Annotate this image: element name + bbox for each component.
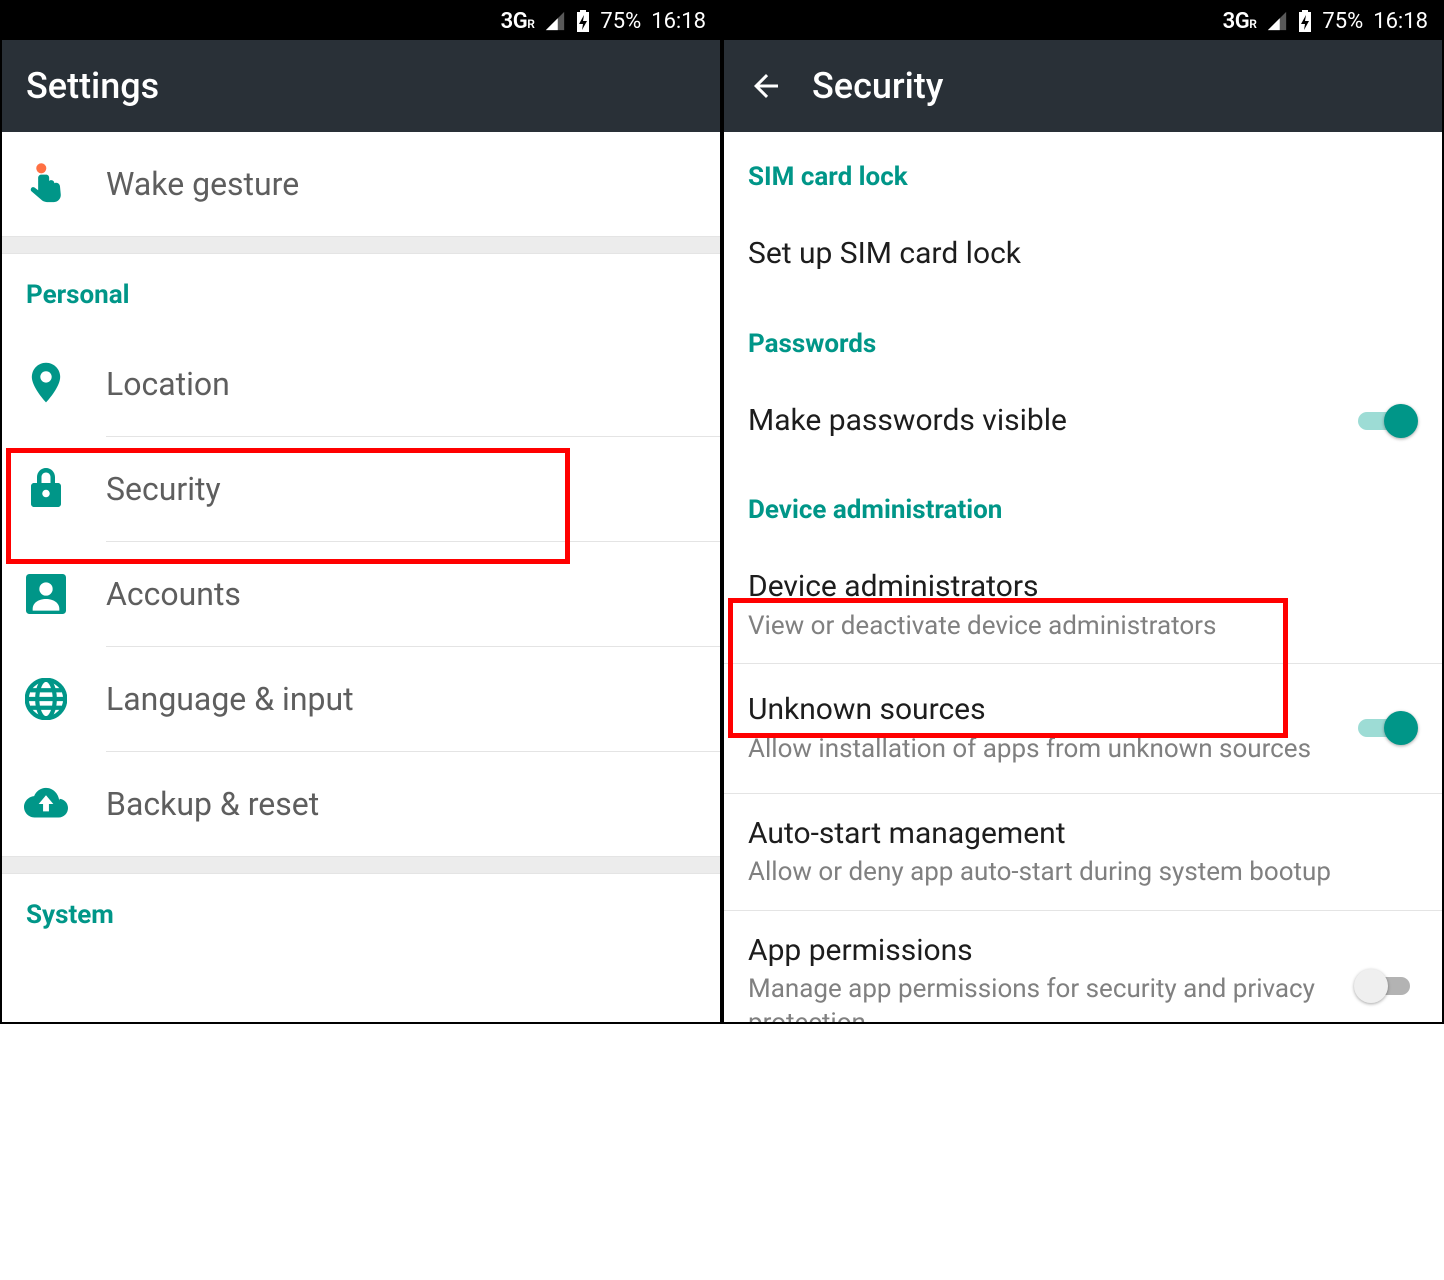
item-label: Accounts: [106, 575, 241, 613]
item-label: Location: [106, 365, 230, 403]
signal-icon: [1266, 10, 1288, 32]
item-label: Language & input: [106, 680, 354, 718]
section-header-system: System: [2, 874, 720, 952]
battery-charging-icon: [576, 10, 590, 32]
section-divider: [2, 856, 720, 874]
security-item-autostart[interactable]: Auto-start management Allow or deny app …: [724, 794, 1442, 910]
person-icon: [24, 572, 68, 616]
section-header-sim: SIM card lock: [724, 132, 1442, 214]
toggle-app-permissions[interactable]: [1354, 966, 1418, 1006]
clock: 16:18: [1373, 9, 1428, 34]
item-title: Unknown sources: [748, 690, 1338, 731]
signal-icon: [544, 10, 566, 32]
security-item-unknown-sources[interactable]: Unknown sources Allow installation of ap…: [724, 664, 1442, 792]
settings-body: Wake gesture Personal Location Security: [2, 132, 720, 1022]
item-subtitle: Allow installation of apps from unknown …: [748, 733, 1338, 767]
network-indicator: 3GR: [1223, 9, 1257, 34]
status-bar: 3GR 75% 16:18: [724, 2, 1442, 40]
toggle-passwords-visible[interactable]: [1354, 401, 1418, 441]
item-subtitle: Allow or deny app auto-start during syst…: [748, 856, 1418, 890]
lock-icon: [24, 467, 68, 511]
clock: 16:18: [651, 9, 706, 34]
battery-percent: 75%: [1322, 9, 1363, 34]
security-screen: 3GR 75% 16:18 Security SIM card lock Set…: [722, 2, 1442, 1022]
item-label: Wake gesture: [106, 165, 299, 203]
app-bar: Settings: [2, 40, 720, 132]
item-title: Make passwords visible: [748, 401, 1338, 442]
settings-item-location[interactable]: Location: [2, 332, 720, 436]
security-item-passwords-visible[interactable]: Make passwords visible: [724, 381, 1442, 462]
item-label: Backup & reset: [106, 785, 319, 823]
settings-item-backup[interactable]: Backup & reset: [2, 752, 720, 856]
settings-item-wake-gesture[interactable]: Wake gesture: [2, 132, 720, 236]
network-indicator: 3GR: [501, 9, 535, 34]
battery-percent: 75%: [600, 9, 641, 34]
item-subtitle: View or deactivate device administrators: [748, 610, 1418, 644]
security-item-sim-setup[interactable]: Set up SIM card lock: [724, 214, 1442, 295]
settings-screen: 3GR 75% 16:18 Settings Wake gesture Pers…: [2, 2, 722, 1022]
location-pin-icon: [24, 362, 68, 406]
back-button[interactable]: [748, 68, 784, 104]
item-title: App permissions: [748, 931, 1338, 972]
section-header-personal: Personal: [2, 254, 720, 332]
section-header-device-admin: Device administration: [724, 461, 1442, 547]
settings-item-accounts[interactable]: Accounts: [2, 542, 720, 646]
item-title: Set up SIM card lock: [748, 234, 1418, 275]
toggle-unknown-sources[interactable]: [1354, 708, 1418, 748]
settings-item-language[interactable]: Language & input: [2, 647, 720, 751]
cloud-upload-icon: [24, 782, 68, 826]
item-title: Device administrators: [748, 567, 1418, 608]
settings-item-security[interactable]: Security: [2, 437, 720, 541]
item-title: Auto-start management: [748, 814, 1418, 855]
item-subtitle: Manage app permissions for security and …: [748, 973, 1338, 1022]
page-title: Security: [812, 65, 943, 107]
security-body: SIM card lock Set up SIM card lock Passw…: [724, 132, 1442, 1022]
security-item-device-admins[interactable]: Device administrators View or deactivate…: [724, 547, 1442, 663]
status-bar: 3GR 75% 16:18: [2, 2, 720, 40]
section-divider: [2, 236, 720, 254]
security-item-app-permissions[interactable]: App permissions Manage app permissions f…: [724, 911, 1442, 1022]
section-header-passwords: Passwords: [724, 295, 1442, 381]
touch-icon: [24, 162, 68, 206]
arrow-left-icon: [748, 68, 784, 104]
page-title: Settings: [26, 65, 159, 107]
battery-charging-icon: [1298, 10, 1312, 32]
item-label: Security: [106, 470, 221, 508]
globe-icon: [24, 677, 68, 721]
app-bar: Security: [724, 40, 1442, 132]
